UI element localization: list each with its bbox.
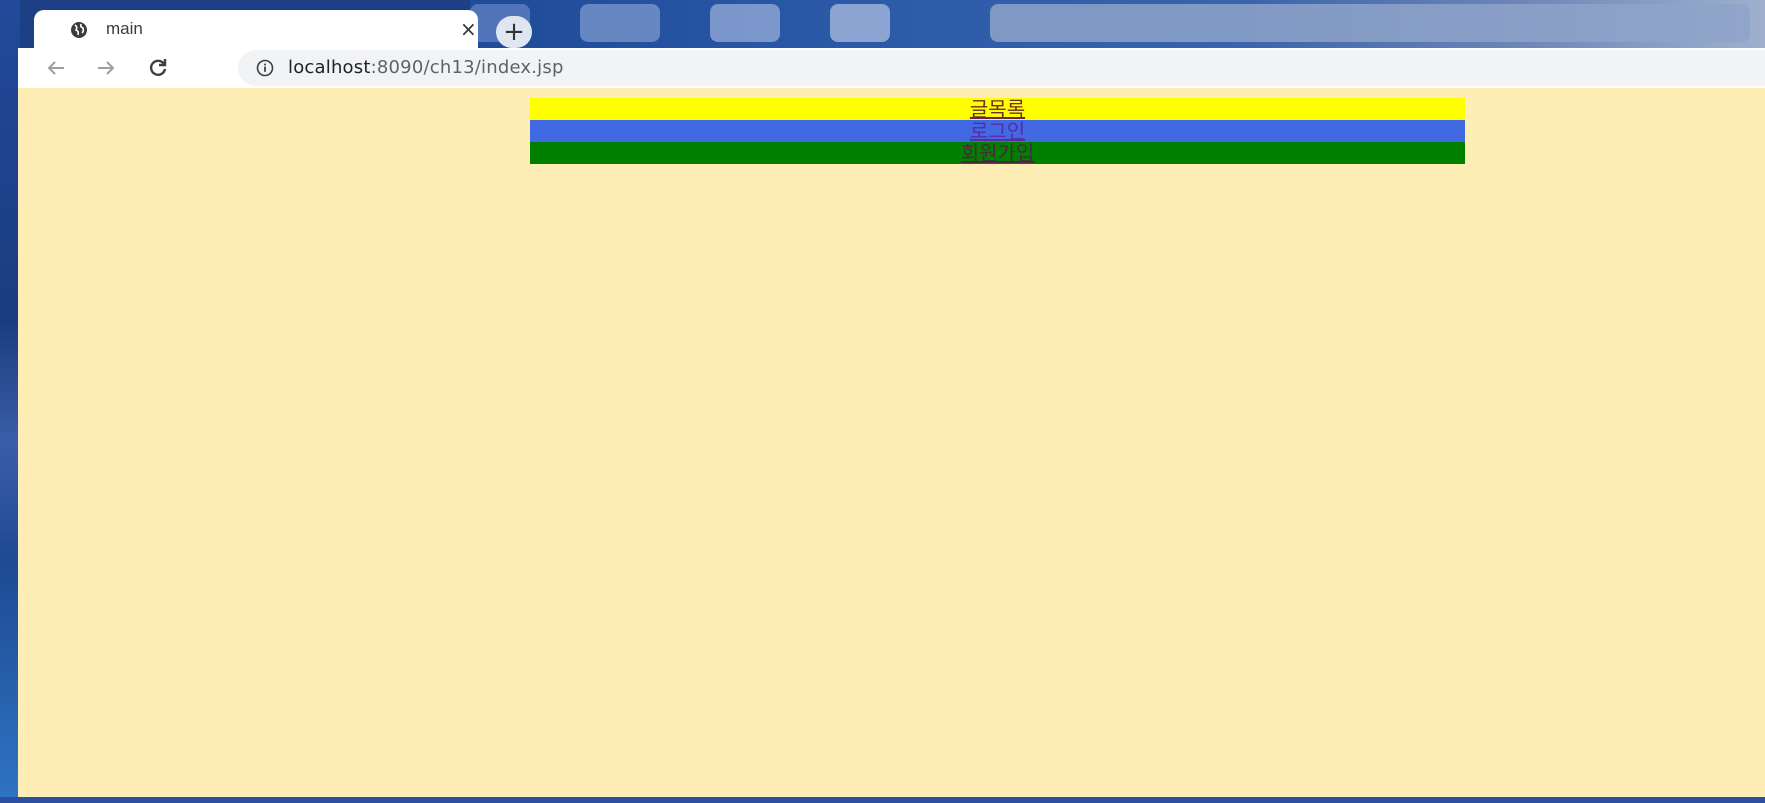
url-path: :8090/ch13/index.jsp — [370, 57, 564, 78]
new-tab-button[interactable]: + — [496, 16, 532, 48]
forward-arrow-icon[interactable] — [90, 52, 122, 84]
info-icon[interactable] — [256, 59, 274, 77]
menu-row-signup: 회원가입 — [530, 142, 1465, 164]
reload-icon[interactable] — [142, 52, 174, 84]
back-arrow-icon[interactable] — [40, 52, 72, 84]
login-link[interactable]: 로그인 — [970, 119, 1025, 143]
address-bar[interactable]: localhost:8090/ch13/index.jsp — [238, 50, 1765, 86]
desktop-background-bottom — [0, 797, 1765, 803]
desktop-background-edge — [0, 0, 20, 803]
browser-toolbar: localhost:8090/ch13/index.jsp — [18, 48, 1765, 88]
menu-list: 글목록 로그인 회원가입 — [530, 98, 1465, 164]
board-list-link[interactable]: 글목록 — [970, 97, 1025, 121]
close-icon[interactable]: × — [460, 17, 477, 41]
menu-row-list: 글목록 — [530, 98, 1465, 120]
browser-tab[interactable]: main × — [34, 10, 478, 50]
browser-window: main × + localhost:8090/ch13/index.jsp 글… — [18, 0, 1765, 797]
signup-link[interactable]: 회원가입 — [961, 141, 1035, 165]
globe-icon — [71, 22, 87, 38]
tab-title: main — [106, 19, 143, 38]
url-text[interactable]: localhost:8090/ch13/index.jsp — [288, 57, 564, 78]
url-host: localhost — [288, 57, 371, 78]
menu-row-login: 로그인 — [530, 120, 1465, 142]
page-viewport: 글목록 로그인 회원가입 — [18, 88, 1765, 797]
